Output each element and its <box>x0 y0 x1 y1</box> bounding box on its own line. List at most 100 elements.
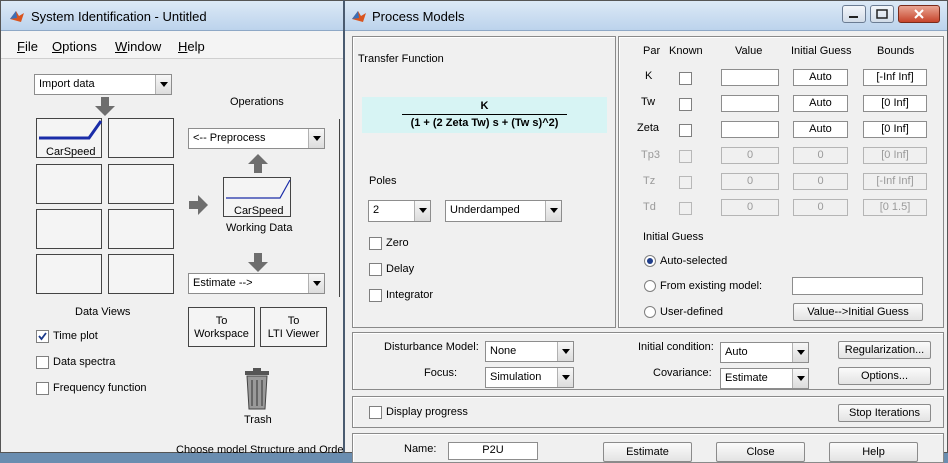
data-slot[interactable] <box>108 118 174 158</box>
poles-combo[interactable]: 2 <box>368 200 431 222</box>
radio-from-existing-model[interactable] <box>644 280 656 292</box>
system-identification-window: System Identification - Untitled File Op… <box>0 0 360 456</box>
import-data-value: Import data <box>39 78 95 90</box>
guess-field-td: 0 <box>793 199 848 216</box>
minimize-icon <box>849 16 858 18</box>
bounds-field-tw[interactable]: [0 Inf] <box>863 95 927 112</box>
transfer-function-panel: Transfer Function K (1 + (2 Zeta Tw) s +… <box>352 36 616 328</box>
preprocess-combo[interactable]: <-- Preprocess <box>188 128 325 149</box>
known-checkbox-tw[interactable] <box>679 98 692 111</box>
trash-label: Trash <box>244 414 272 426</box>
bottom-caption: Choose model Structure and Orde <box>176 444 344 456</box>
radio-auto-selected[interactable] <box>644 255 656 267</box>
initial-condition-value: Auto <box>725 346 748 358</box>
disturbance-model-combo[interactable]: None <box>485 341 574 362</box>
minimize-button[interactable] <box>842 5 866 23</box>
bounds-field-k[interactable]: [-Inf Inf] <box>863 69 927 86</box>
radio-user-defined[interactable] <box>644 306 656 318</box>
to-workspace-line2: Workspace <box>194 328 249 340</box>
guess-field-zeta[interactable]: Auto <box>793 121 848 138</box>
name-field[interactable]: P2U <box>448 442 538 460</box>
data-slot[interactable] <box>36 164 102 204</box>
data-slot[interactable] <box>108 254 174 294</box>
checkbox-delay-label: Delay <box>386 263 415 275</box>
regularization-button[interactable]: Regularization... <box>838 341 931 359</box>
radio-from-existing-model-label: From existing model: <box>660 280 763 292</box>
param-name-k: K <box>645 70 653 82</box>
to-workspace-slot[interactable]: To Workspace <box>188 307 255 347</box>
checkbox-integrator[interactable] <box>369 289 382 302</box>
options-button[interactable]: Options... <box>838 367 931 385</box>
menu-options[interactable]: Options <box>52 39 97 54</box>
menu-file[interactable]: File <box>17 39 38 54</box>
checkbox-zero[interactable] <box>369 237 382 250</box>
checkbox-delay[interactable] <box>369 263 382 276</box>
checkbox-display-progress[interactable] <box>369 406 382 419</box>
menu-window[interactable]: Window <box>115 39 161 54</box>
guess-field-tw[interactable]: Auto <box>793 95 848 112</box>
damping-value: Underdamped <box>450 204 520 216</box>
data-slot-label: CarSpeed <box>46 146 96 158</box>
covariance-label: Covariance: <box>653 367 712 379</box>
known-checkbox-zeta[interactable] <box>679 124 692 137</box>
import-data-combo[interactable]: Import data <box>34 74 172 95</box>
close-window-button[interactable] <box>898 5 940 23</box>
trash-icon[interactable] <box>242 368 272 410</box>
transfer-function-label: Transfer Function <box>358 53 444 65</box>
estimate-button[interactable]: Estimate <box>603 442 692 462</box>
value-field-tz: 0 <box>721 173 779 190</box>
close-button[interactable]: Close <box>716 442 805 462</box>
guess-field-k[interactable]: Auto <box>793 69 848 86</box>
checkbox-time-plot[interactable] <box>36 330 49 343</box>
checkbox-data-spectra-label: Data spectra <box>53 356 116 368</box>
param-name-zeta: Zeta <box>637 122 660 134</box>
param-name-tp3: Tp3 <box>641 149 660 161</box>
checkbox-data-spectra[interactable] <box>36 356 49 369</box>
radio-user-defined-label: User-defined <box>660 306 723 318</box>
maximize-button[interactable] <box>870 5 894 23</box>
data-slot[interactable] <box>36 254 102 294</box>
estimate-combo[interactable]: Estimate --> <box>188 273 325 294</box>
value-field-tw[interactable] <box>721 95 779 112</box>
down-arrow-icon <box>248 253 268 272</box>
transfer-function-display: K (1 + (2 Zeta Tw) s + (Tw s)^2) <box>362 97 607 133</box>
focus-combo[interactable]: Simulation <box>485 367 574 388</box>
existing-model-field[interactable] <box>792 277 923 295</box>
value-to-initial-guess-button[interactable]: Value-->Initial Guess <box>793 303 923 321</box>
to-lti-viewer-slot[interactable]: To LTI Viewer <box>260 307 327 347</box>
data-slot[interactable] <box>108 209 174 249</box>
dropdown-arrow-icon <box>792 369 808 388</box>
up-arrow-icon <box>248 154 268 173</box>
data-slot[interactable] <box>108 164 174 204</box>
known-checkbox-tp3 <box>679 150 692 163</box>
working-data-label: CarSpeed <box>234 205 284 217</box>
data-slot[interactable] <box>36 209 102 249</box>
focus-value: Simulation <box>490 371 542 383</box>
header-initial-guess: Initial Guess <box>791 45 852 57</box>
damping-combo[interactable]: Underdamped <box>445 200 562 222</box>
help-button[interactable]: Help <box>829 442 918 462</box>
value-field-zeta[interactable] <box>721 121 779 138</box>
stop-iterations-button[interactable]: Stop Iterations <box>838 404 931 422</box>
header-bounds: Bounds <box>877 45 915 57</box>
dropdown-arrow-icon <box>557 342 573 361</box>
checkbox-frequency-function-label: Frequency function <box>53 382 147 394</box>
checkbox-frequency-function[interactable] <box>36 382 49 395</box>
known-checkbox-k[interactable] <box>679 72 692 85</box>
working-data-caption: Working Data <box>226 222 293 234</box>
data-slot-carspeed[interactable]: CarSpeed <box>36 118 103 158</box>
menu-help[interactable]: Help <box>178 39 205 54</box>
working-data-slot[interactable]: CarSpeed <box>223 177 291 217</box>
initial-condition-combo[interactable]: Auto <box>720 342 809 363</box>
display-progress-label: Display progress <box>386 406 468 418</box>
check-icon <box>38 332 47 341</box>
bounds-field-zeta[interactable]: [0 Inf] <box>863 121 927 138</box>
operations-label: Operations <box>230 96 284 108</box>
checkbox-integrator-label: Integrator <box>386 289 434 301</box>
initial-condition-label: Initial condition: <box>638 341 714 353</box>
focus-label: Focus: <box>424 367 458 379</box>
covariance-combo[interactable]: Estimate <box>720 368 809 389</box>
process-models-window: Process Models Transfer Function K (1 + … <box>343 0 948 463</box>
value-field-k[interactable] <box>721 69 779 86</box>
checkbox-time-plot-label: Time plot <box>53 330 98 342</box>
